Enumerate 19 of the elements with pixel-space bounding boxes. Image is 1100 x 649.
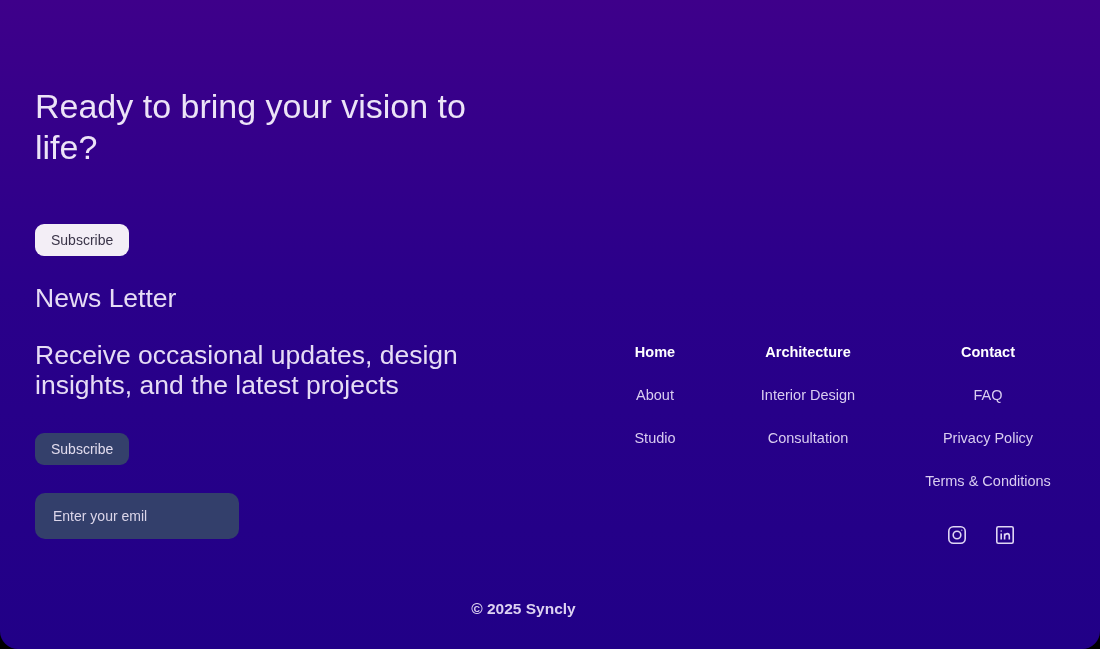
linkedin-icon[interactable] [995,525,1015,545]
copyright-text: © 2025 Syncly [470,600,577,618]
newsletter-description: Receive occasional updates, design insights, and the latest projects [35,340,459,400]
subscribe-button[interactable]: Subscribe [35,433,130,465]
newsletter-title: News Letter [35,283,177,313]
email-input-field[interactable]: Enter your emil [35,493,239,539]
nav-link[interactable]: Consultation [767,430,849,447]
cta-heading: Ready to bring your vision to life? [35,86,467,168]
nav-link[interactable]: About [636,387,674,404]
nav-heading-link[interactable]: Contact [961,344,1015,361]
subscribe-button[interactable]: Subscribe [35,224,130,256]
nav-link[interactable]: FAQ [973,387,1003,404]
nav-heading-link[interactable]: Architecture [765,344,851,361]
nav-link[interactable]: Interior Design [760,387,856,404]
nav-link[interactable]: Privacy Policy [942,430,1034,447]
instagram-icon[interactable] [947,525,967,545]
nav-link[interactable]: Terms & Conditions [925,473,1051,490]
nav-heading-link[interactable]: Home [634,344,676,361]
nav-link[interactable]: Studio [634,430,676,447]
